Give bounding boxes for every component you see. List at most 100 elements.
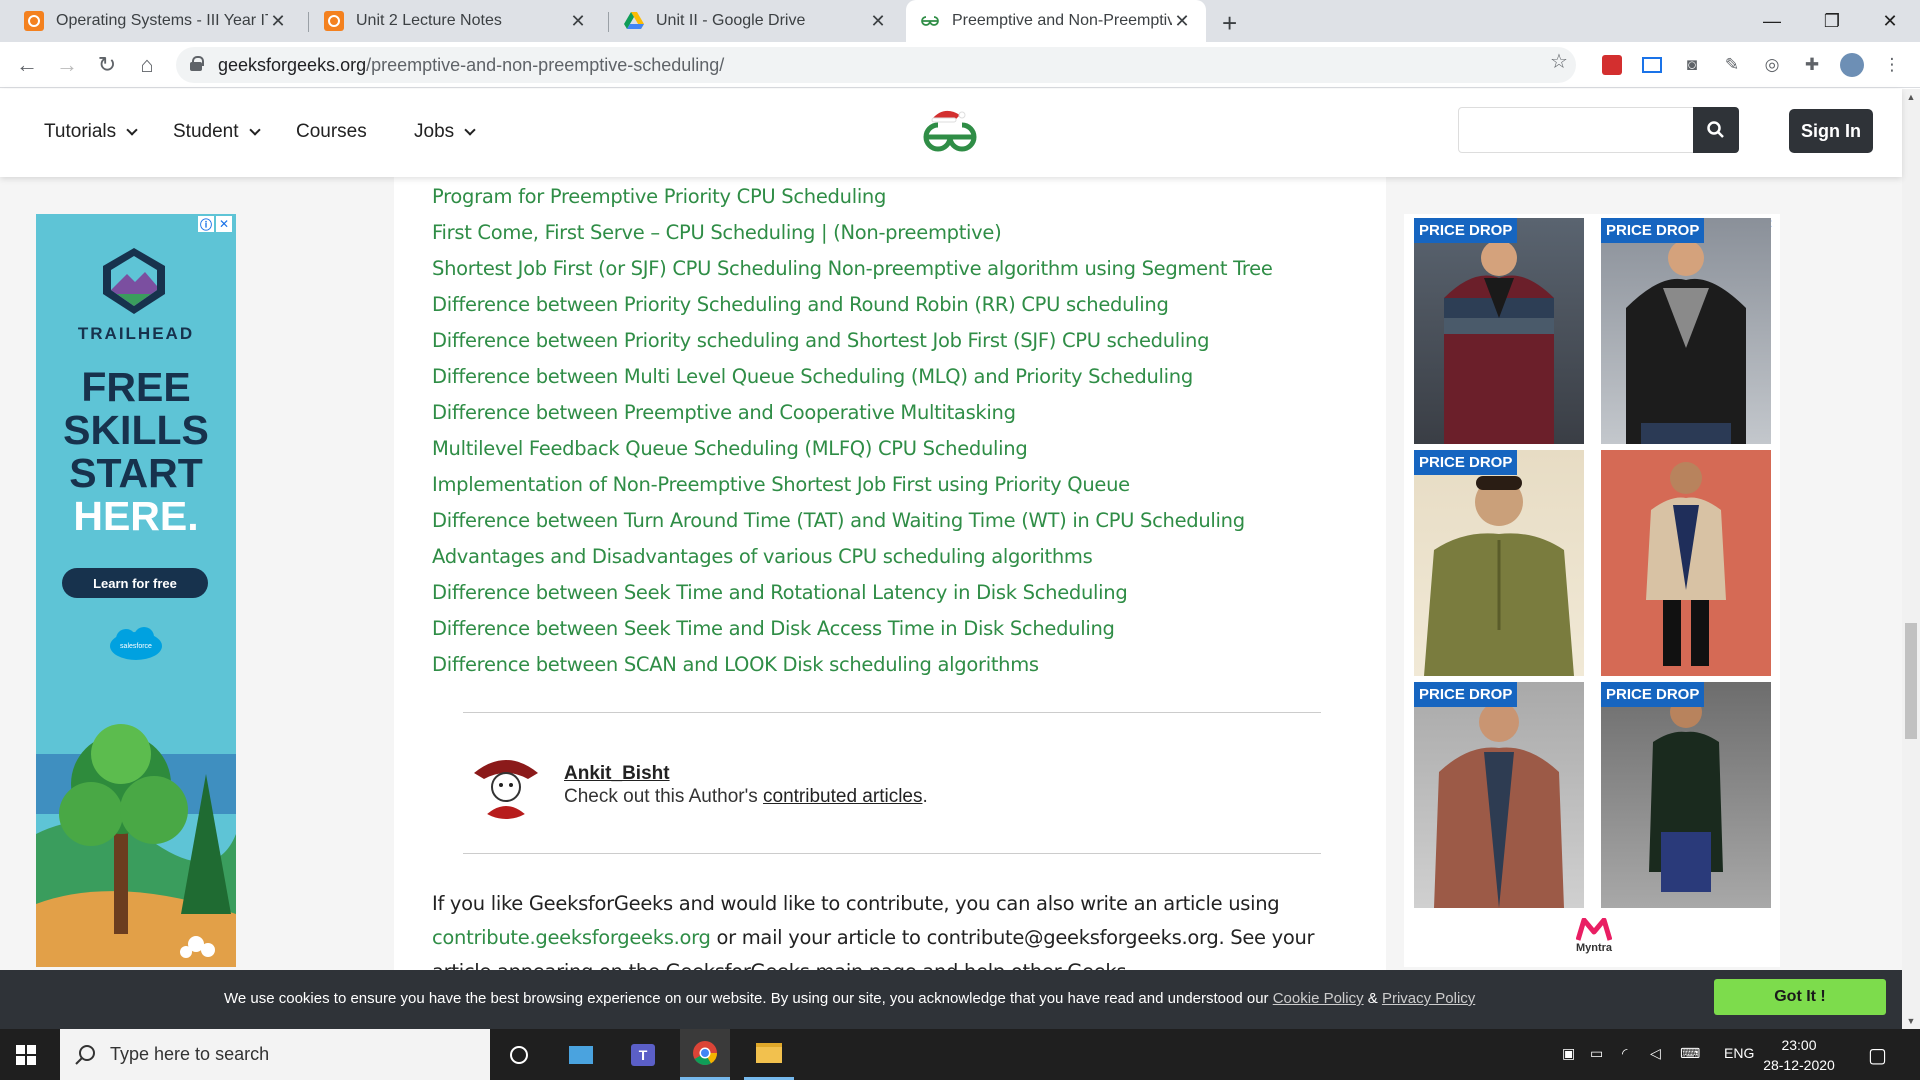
wifi-icon[interactable]: ◜ [1622, 1045, 1627, 1062]
tab-unit-2-lecture-notes[interactable]: Unit 2 Lecture Notes ✕ [310, 0, 602, 42]
related-link[interactable]: Difference between Turn Around Time (TAT… [432, 511, 1273, 547]
reload-icon[interactable]: ↻ [92, 50, 122, 80]
product-card[interactable]: PRICE DROP [1414, 450, 1584, 676]
address-bar[interactable]: geeksforgeeks.org/preemptive-and-non-pre… [176, 47, 1576, 83]
close-icon[interactable]: ✕ [268, 11, 288, 32]
related-link[interactable]: Shortest Job First (or SJF) CPU Scheduli… [432, 259, 1273, 295]
extensions-puzzle-icon[interactable]: ✚ [1800, 53, 1824, 77]
home-icon[interactable]: ⌂ [132, 50, 162, 80]
taskbar-search-placeholder: Type here to search [110, 1044, 270, 1064]
salesforce-logo: salesforce [110, 627, 162, 660]
eyedropper-extension-icon[interactable]: ✎ [1720, 53, 1744, 77]
tab-operating-systems[interactable]: Operating Systems - III Year IT (B ✕ [10, 0, 302, 42]
related-link[interactable]: Difference between SCAN and LOOK Disk sc… [432, 655, 1273, 691]
taskbar-search-input[interactable]: Type here to search [60, 1029, 490, 1080]
browser-menu-icon[interactable]: ⋮ [1880, 53, 1904, 77]
task-view-icon[interactable] [494, 1029, 544, 1080]
gfg-icon [920, 11, 940, 31]
related-link[interactable]: Advantages and Disadvantages of various … [432, 547, 1273, 583]
related-link[interactable]: Implementation of Non-Preemptive Shortes… [432, 475, 1273, 511]
trailhead-ad[interactable]: ⓘ ✕ TRAILHEAD FREE SKILLS START HERE. Le… [36, 214, 236, 967]
product-card[interactable]: PRICE DROP [1414, 682, 1584, 908]
url-text: geeksforgeeks.org/preemptive-and-non-pre… [218, 55, 725, 75]
author-description: Check out this Author's contributed arti… [564, 786, 928, 807]
ad-close-icon[interactable]: ✕ [216, 216, 232, 232]
forward-icon[interactable]: → [52, 50, 82, 80]
browser-tab-strip: Operating Systems - III Year IT (B ✕ Uni… [0, 0, 1920, 42]
tab-preemptive-active[interactable]: Preemptive and Non-Preemptive ✕ [906, 0, 1206, 42]
search-button[interactable] [1693, 107, 1739, 153]
minimize-icon[interactable]: — [1742, 0, 1802, 42]
notifications-icon[interactable]: ▢ [1868, 1043, 1887, 1068]
sign-in-button[interactable]: Sign In [1789, 109, 1873, 153]
nav-tutorials[interactable]: Tutorials [44, 121, 138, 143]
scroll-thumb[interactable] [1905, 623, 1917, 739]
related-link[interactable]: Difference between Seek Time and Disk Ac… [432, 619, 1273, 655]
related-link[interactable]: Program for Preemptive Priority CPU Sche… [432, 187, 1273, 223]
contributed-articles-link[interactable]: contributed articles [763, 786, 922, 807]
got-it-button[interactable]: Got It ! [1714, 979, 1886, 1015]
volume-icon[interactable]: ◁ [1650, 1045, 1661, 1062]
related-link[interactable]: Difference between Multi Level Queue Sch… [432, 367, 1273, 403]
product-card[interactable]: PRICE DROP [1601, 682, 1771, 908]
price-drop-badge: PRICE DROP [1601, 218, 1705, 243]
teams-icon[interactable]: T [618, 1029, 668, 1080]
close-icon[interactable]: ✕ [1172, 11, 1192, 32]
gfg-logo[interactable] [914, 107, 986, 157]
lock-icon [190, 56, 204, 71]
search-input[interactable] [1458, 107, 1694, 153]
myntra-ad[interactable]: ⓘ ✕ PRICE DROP PRICE DROP PRICE DROP PRI… [1404, 214, 1780, 967]
code-extension-icon[interactable]: ◎ [1760, 53, 1784, 77]
keyboard-icon[interactable]: ⌨ [1680, 1045, 1700, 1062]
close-icon[interactable]: ✕ [568, 11, 588, 32]
related-link[interactable]: Multilevel Feedback Queue Scheduling (ML… [432, 439, 1273, 475]
ad-info-icon[interactable]: ⓘ [198, 216, 214, 232]
learn-for-free-button[interactable]: Learn for free [62, 568, 208, 598]
scroll-up-icon[interactable]: ▲ [1902, 89, 1920, 105]
author-name-link[interactable]: Ankit_Bisht [564, 763, 670, 785]
windows-start-icon[interactable] [16, 1045, 36, 1065]
chrome-icon[interactable] [680, 1029, 730, 1080]
privacy-policy-link[interactable]: Privacy Policy [1382, 990, 1475, 1007]
bookmark-star-icon[interactable]: ☆ [1550, 49, 1568, 74]
camera-extension-icon[interactable]: ◙ [1680, 53, 1704, 77]
system-clock[interactable]: 23:00 28-12-2020 [1754, 1035, 1844, 1075]
related-link[interactable]: Difference between Preemptive and Cooper… [432, 403, 1273, 439]
maximize-icon[interactable]: ❐ [1802, 0, 1862, 42]
file-explorer-icon[interactable] [744, 1029, 794, 1080]
browser-toolbar: ← → ↻ ⌂ geeksforgeeks.org/preemptive-and… [0, 42, 1920, 88]
product-card[interactable]: PRICE DROP [1414, 218, 1584, 444]
scroll-down-icon[interactable]: ▼ [1902, 1013, 1920, 1029]
battery-icon[interactable]: ▭ [1590, 1045, 1603, 1062]
author-avatar[interactable] [468, 743, 544, 819]
page-scrollbar[interactable]: ▲ ▼ [1902, 89, 1920, 1029]
close-icon[interactable]: ✕ [868, 11, 888, 32]
price-drop-badge: PRICE DROP [1414, 450, 1518, 475]
myntra-brand-text: Myntra [1575, 942, 1613, 954]
pdf-extension-icon[interactable] [1600, 53, 1624, 77]
back-icon[interactable]: ← [12, 50, 42, 80]
classroom-icon [324, 11, 344, 31]
trailhead-logo [103, 248, 165, 314]
contribute-link[interactable]: contribute.geeksforgeeks.org [432, 926, 711, 949]
new-tab-icon[interactable]: + [1222, 8, 1237, 39]
nav-student[interactable]: Student [173, 121, 261, 143]
nav-jobs[interactable]: Jobs [414, 121, 476, 143]
tab-google-drive[interactable]: Unit II - Google Drive ✕ [610, 0, 902, 42]
related-link[interactable]: Difference between Priority Scheduling a… [432, 295, 1273, 331]
tab-title: Operating Systems - III Year IT (B [56, 12, 268, 29]
related-link[interactable]: Difference between Seek Time and Rotatio… [432, 583, 1273, 619]
file-transfer-app-icon[interactable] [556, 1029, 606, 1080]
window-close-icon[interactable]: ✕ [1860, 0, 1920, 42]
nav-courses[interactable]: Courses [296, 121, 367, 143]
screen-capture-extension-icon[interactable] [1640, 53, 1664, 77]
tray-device-icon[interactable]: ▣ [1562, 1045, 1575, 1062]
language-indicator[interactable]: ENG [1724, 1045, 1754, 1061]
profile-avatar[interactable] [1840, 53, 1864, 77]
related-link[interactable]: Difference between Priority scheduling a… [432, 331, 1273, 367]
product-card[interactable] [1601, 450, 1771, 676]
cookie-policy-link[interactable]: Cookie Policy [1273, 990, 1364, 1007]
related-link[interactable]: First Come, First Serve – CPU Scheduling… [432, 223, 1273, 259]
product-card[interactable]: PRICE DROP [1601, 218, 1771, 444]
related-links-list: Program for Preemptive Priority CPU Sche… [432, 187, 1273, 691]
